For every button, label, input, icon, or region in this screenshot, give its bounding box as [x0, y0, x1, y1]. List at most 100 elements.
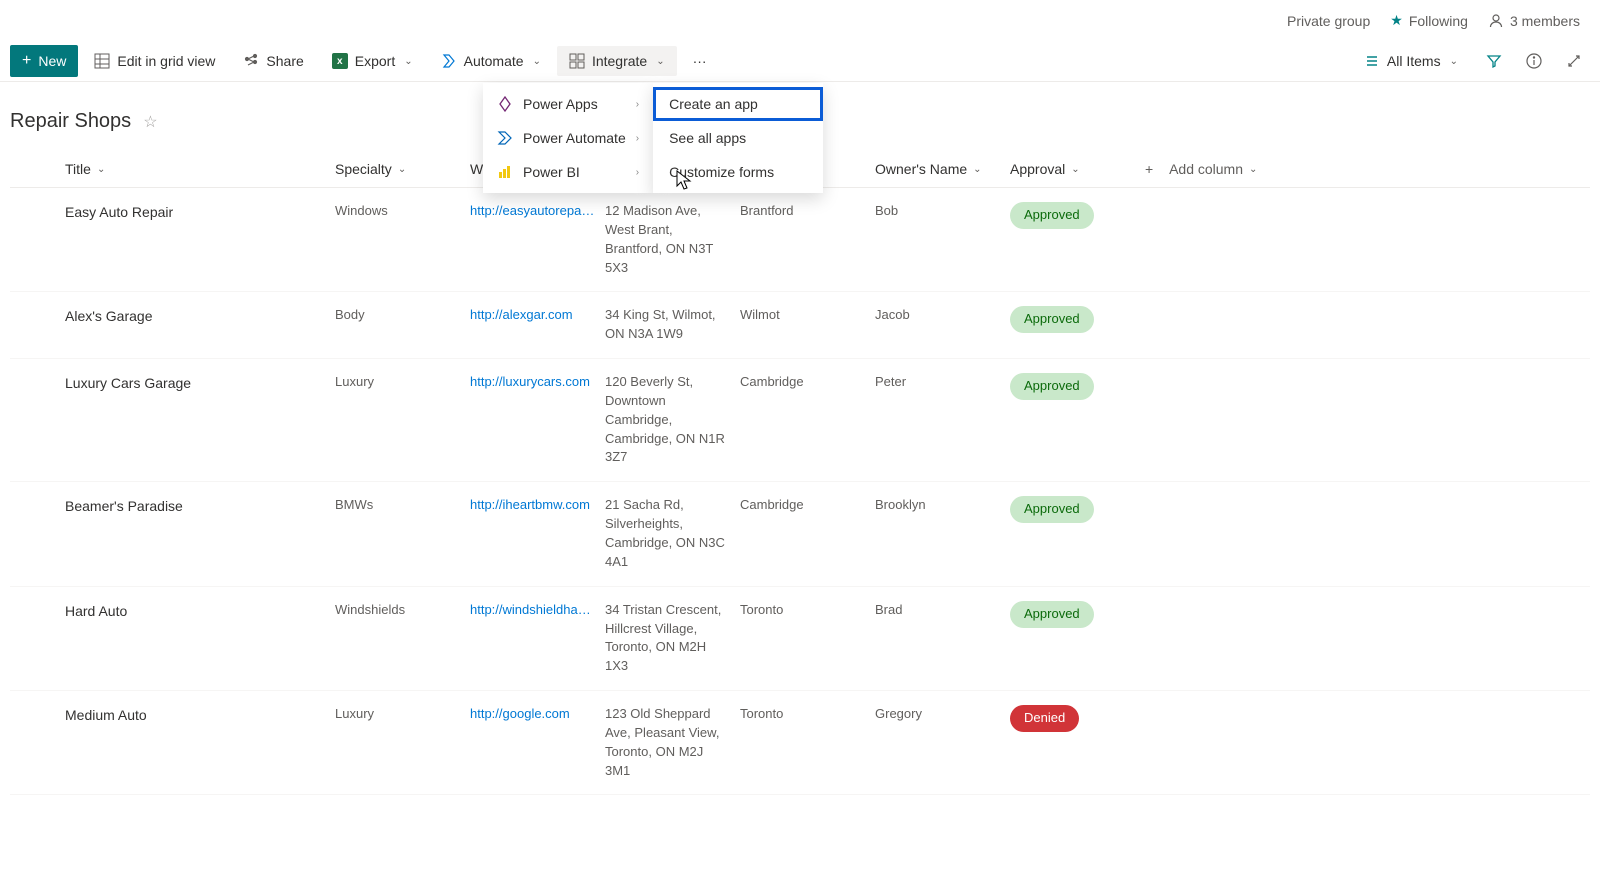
filter-button[interactable]	[1478, 45, 1510, 77]
website-link[interactable]: http://alexgar.com	[470, 306, 595, 325]
cell-owner: Peter	[875, 373, 1010, 392]
view-selector[interactable]: All Items⌄	[1352, 46, 1470, 76]
info-button[interactable]	[1518, 45, 1550, 77]
col-owner[interactable]: Owner's Name⌄	[875, 161, 1010, 177]
cell-approval: Approved	[1010, 601, 1145, 628]
favorite-star-icon[interactable]: ☆	[143, 112, 157, 132]
chevron-down-icon: ⌄	[97, 164, 105, 175]
col-approval[interactable]: Approval⌄	[1010, 161, 1145, 177]
star-filled-icon: ★	[1390, 12, 1403, 29]
submenu-see-all-apps[interactable]: See all apps	[653, 121, 823, 155]
cell-approval: Denied	[1010, 705, 1145, 732]
share-button[interactable]: Share	[231, 46, 315, 76]
people-icon	[1488, 13, 1504, 29]
power-bi-icon	[497, 164, 513, 180]
more-button[interactable]: ···	[681, 46, 719, 76]
table-row[interactable]: Alex's GarageBodyhttp://alexgar.com 34 Ki…	[10, 292, 1590, 359]
chevron-down-icon: ⌄	[1450, 56, 1458, 67]
plus-icon: +	[22, 52, 31, 70]
chevron-down-icon: ⌄	[533, 56, 541, 67]
cell-address: 34 Tristan Crescent, Hillcrest Village, …	[605, 601, 740, 676]
submenu-customize-forms[interactable]: Customize forms	[653, 155, 823, 189]
website-link[interactable]: http://google.com	[470, 705, 595, 724]
table-row[interactable]: Easy Auto RepairWindowshttp://easyautore…	[10, 188, 1590, 292]
cell-approval: Approved	[1010, 202, 1145, 229]
cell-website: http://alexgar.com	[470, 306, 605, 325]
menu-item-power-apps[interactable]: Power Apps›	[483, 87, 653, 121]
cell-title: Luxury Cars Garage	[65, 373, 335, 393]
info-icon	[1526, 53, 1542, 69]
cell-owner: Bob	[875, 202, 1010, 221]
cell-specialty: BMWs	[335, 496, 470, 515]
members-link[interactable]: 3 members	[1488, 13, 1580, 29]
integrate-button[interactable]: Integrate⌄	[557, 46, 677, 76]
page-header-meta: Private group ★Following 3 members	[0, 0, 1600, 41]
power-apps-icon	[497, 96, 513, 112]
menu-item-power-bi[interactable]: Power BI›	[483, 155, 653, 189]
cell-title: Hard Auto	[65, 601, 335, 621]
share-icon	[243, 53, 259, 69]
approval-badge: Approved	[1010, 202, 1094, 229]
cell-approval: Approved	[1010, 496, 1145, 523]
table-row[interactable]: Hard AutoWindshieldshttp://windshieldhar…	[10, 587, 1590, 691]
cell-city: Cambridge	[740, 496, 875, 515]
chevron-down-icon: ⌄	[1249, 164, 1257, 175]
filter-icon	[1486, 53, 1502, 69]
website-link[interactable]: http://easyautorepair.c...	[470, 202, 595, 221]
cell-city: Wilmot	[740, 306, 875, 325]
website-link[interactable]: http://iheartbmw.com	[470, 496, 595, 515]
col-specialty[interactable]: Specialty⌄	[335, 161, 470, 177]
integrate-dropdown: Power Apps› Power Automate› Power BI› Cr…	[483, 83, 823, 193]
cell-address: 12 Madison Ave, West Brant, Brantford, O…	[605, 202, 740, 277]
automate-icon	[441, 53, 457, 69]
chevron-down-icon: ⌄	[973, 164, 981, 175]
ellipsis-icon: ···	[693, 53, 707, 69]
approval-badge: Denied	[1010, 705, 1079, 732]
chevron-down-icon: ⌄	[404, 56, 412, 67]
cell-owner: Brooklyn	[875, 496, 1010, 515]
approval-badge: Approved	[1010, 373, 1094, 400]
cell-title: Alex's Garage	[65, 306, 335, 326]
cell-title: Beamer's Paradise	[65, 496, 335, 516]
chevron-right-icon: ›	[636, 167, 639, 178]
cell-specialty: Luxury	[335, 705, 470, 724]
table-row[interactable]: Beamer's ParadiseBMWshttp://iheartbmw.co…	[10, 482, 1590, 586]
chevron-down-icon: ⌄	[398, 164, 406, 175]
add-column-button[interactable]: + Add column⌄	[1145, 161, 1325, 177]
list-title: Repair Shops	[10, 110, 131, 133]
cell-city: Cambridge	[740, 373, 875, 392]
power-automate-icon	[497, 130, 513, 146]
cell-address: 120 Beverly St, Downtown Cambridge, Camb…	[605, 373, 740, 467]
grid-icon	[94, 53, 110, 69]
cell-specialty: Body	[335, 306, 470, 325]
cell-website: http://easyautorepair.c...	[470, 202, 605, 221]
cell-owner: Jacob	[875, 306, 1010, 325]
table-row[interactable]: Medium AutoLuxuryhttp://google.com123 Ol…	[10, 691, 1590, 795]
table-row[interactable]: Luxury Cars GarageLuxuryhttp://luxurycar…	[10, 359, 1590, 482]
cell-address: 34 King St, Wilmot, ON N3A 1W9	[605, 306, 740, 344]
following-toggle[interactable]: ★Following	[1390, 12, 1468, 29]
submenu-create-app[interactable]: Create an app	[653, 87, 823, 121]
cell-approval: Approved	[1010, 306, 1145, 333]
menu-item-power-automate[interactable]: Power Automate›	[483, 121, 653, 155]
cell-city: Toronto	[740, 601, 875, 620]
edit-grid-button[interactable]: Edit in grid view	[82, 46, 227, 76]
cell-owner: Gregory	[875, 705, 1010, 724]
approval-badge: Approved	[1010, 601, 1094, 628]
command-bar: +New Edit in grid view Share x Export⌄ A…	[0, 41, 1600, 82]
automate-button[interactable]: Automate⌄	[429, 46, 553, 76]
cell-website: http://google.com	[470, 705, 605, 724]
col-title[interactable]: Title⌄	[65, 161, 335, 177]
website-link[interactable]: http://windshieldharda...	[470, 601, 595, 620]
new-button[interactable]: +New	[10, 45, 78, 77]
integrate-menu: Power Apps› Power Automate› Power BI›	[483, 83, 653, 193]
cell-website: http://luxurycars.com	[470, 373, 605, 392]
chevron-right-icon: ›	[636, 133, 639, 144]
cell-address: 123 Old Sheppard Ave, Pleasant View, Tor…	[605, 705, 740, 780]
cell-address: 21 Sacha Rd, Silverheights, Cambridge, O…	[605, 496, 740, 571]
approval-badge: Approved	[1010, 306, 1094, 333]
expand-button[interactable]	[1558, 45, 1590, 77]
export-button[interactable]: x Export⌄	[320, 46, 425, 76]
approval-badge: Approved	[1010, 496, 1094, 523]
website-link[interactable]: http://luxurycars.com	[470, 373, 595, 392]
